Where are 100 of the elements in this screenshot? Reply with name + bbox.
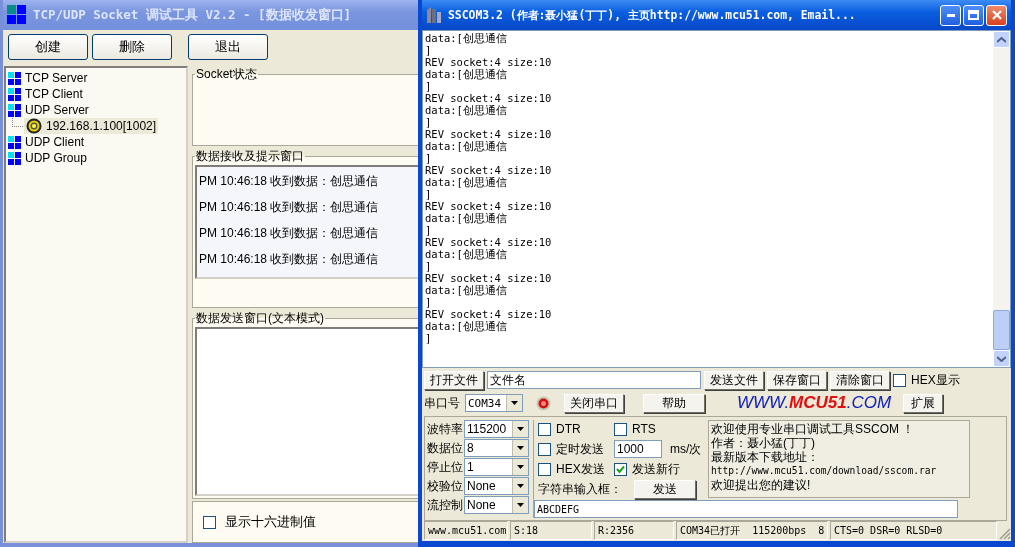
checkbox-label: 发送新行 xyxy=(632,460,680,478)
scrollbar-thumb[interactable] xyxy=(993,310,1010,350)
checkbox-label: RTS xyxy=(632,422,656,436)
log-line: REV socket:4 size:10 xyxy=(425,200,553,212)
log-line: ] xyxy=(425,116,433,128)
log-line: ] xyxy=(425,80,433,92)
string-input-field[interactable]: ABCDEFG xyxy=(534,500,958,518)
log-line: REV socket:4 size:10 xyxy=(425,92,553,104)
received-message: PM 10:46:18 收到数据：创思通信 xyxy=(199,199,380,216)
scrollbar[interactable] xyxy=(993,31,1010,367)
info-text: http://www.mcu51.com/download/sscom.rar xyxy=(711,464,938,478)
info-text: 欢迎使用专业串口调试工具SSCOM ！ xyxy=(711,422,916,436)
group-title: 数据发送窗口(文本模式) xyxy=(195,310,325,327)
scroll-down-icon xyxy=(997,355,1006,362)
open-file-button[interactable]: 打开文件 xyxy=(424,370,484,390)
send-button[interactable]: 发送 xyxy=(634,479,696,499)
window-button[interactable]: 发送文件 xyxy=(704,370,764,390)
input-label: 字符串输入框： xyxy=(538,480,622,498)
tree-item[interactable]: UDP Server xyxy=(6,102,91,118)
log-line: REV socket:4 size:10 xyxy=(425,308,553,320)
setting-dropdown[interactable]: None xyxy=(464,496,529,514)
tree-item[interactable]: 192.168.1.100[1002] xyxy=(24,118,159,134)
help-button[interactable]: 帮助 xyxy=(643,393,705,413)
caret-icon xyxy=(517,465,524,469)
caret-icon xyxy=(511,401,518,405)
tree-item[interactable]: TCP Client xyxy=(6,86,85,102)
log-line: ] xyxy=(425,224,433,236)
close-port-button[interactable]: 关闭串口 xyxy=(564,393,624,413)
log-line: data:[创思通信 xyxy=(425,176,508,188)
window-title: TCP/UDP Socket 调试工具 V2.2 - [数据收发窗口] xyxy=(33,6,352,24)
group-title: Socket状态 xyxy=(195,66,258,83)
log-line: data:[创思通信 xyxy=(425,320,508,332)
checkbox[interactable] xyxy=(614,462,627,476)
setting-dropdown[interactable]: 1 xyxy=(464,458,529,476)
toolbar-button[interactable]: 创建 xyxy=(8,34,88,60)
log-line: ] xyxy=(425,152,433,164)
close-button[interactable] xyxy=(986,4,1007,26)
log-line: REV socket:4 size:10 xyxy=(425,128,553,140)
interval-unit: ms/次 xyxy=(670,440,702,458)
maximize-icon xyxy=(968,10,979,20)
received-message: PM 10:46:18 收到数据：创思通信 xyxy=(199,251,380,268)
resize-grip-icon xyxy=(999,528,1011,540)
checkbox[interactable] xyxy=(614,422,627,436)
window-button[interactable]: 保存窗口 xyxy=(767,370,827,390)
setting-dropdown[interactable]: None xyxy=(464,477,529,495)
tree-item[interactable]: UDP Group xyxy=(6,150,89,166)
tree-item[interactable]: TCP Server xyxy=(6,70,90,86)
close-icon xyxy=(991,10,1002,20)
received-message: PM 10:46:18 收到数据：创思通信 xyxy=(199,173,380,190)
grid-icon xyxy=(8,135,21,149)
tree-connector xyxy=(12,118,23,127)
checkbox[interactable] xyxy=(893,373,906,387)
checkbox-label: 显示十六进制值 xyxy=(225,513,316,531)
toolbar-button[interactable]: 删除 xyxy=(92,34,172,60)
setting-label: 波特率 xyxy=(427,420,463,438)
port-dropdown[interactable]: COM34 xyxy=(465,394,523,412)
expand-button[interactable]: 扩展 xyxy=(903,393,943,413)
website-logo: WWW.MCU51.COM xyxy=(735,393,893,413)
log-line: data:[创思通信 xyxy=(425,68,508,80)
maximize-button[interactable] xyxy=(963,4,984,26)
log-line: ] xyxy=(425,296,433,308)
caret-icon xyxy=(517,446,524,450)
status-text: CTS=0 DSR=0 RLSD=0 xyxy=(830,521,997,540)
setting-label: 校验位 xyxy=(427,477,463,495)
log-line: data:[创思通信 xyxy=(425,140,508,152)
checkbox[interactable] xyxy=(538,442,551,456)
group-title: 数据接收及提示窗口 xyxy=(195,148,305,165)
grid-icon xyxy=(7,5,27,25)
setting-label: 流控制 xyxy=(427,496,463,514)
caret-icon xyxy=(517,503,524,507)
log-line: data:[创思通信 xyxy=(425,212,508,224)
log-line: REV socket:4 size:10 xyxy=(425,56,553,68)
info-text: 最新版本下载地址： xyxy=(711,450,820,464)
status-text: www.mcu51.com xyxy=(424,521,508,540)
log-line: ] xyxy=(425,44,433,56)
log-line: REV socket:4 size:10 xyxy=(425,236,553,248)
toolbar-button[interactable]: 退出 xyxy=(188,34,268,60)
checkbox-label: HEX显示 xyxy=(911,371,960,389)
file-name-field[interactable]: 文件名 xyxy=(487,371,701,389)
checkbox-label: DTR xyxy=(556,422,581,436)
setting-dropdown[interactable]: 115200 xyxy=(464,420,529,438)
window-button[interactable]: 清除窗口 xyxy=(830,370,890,390)
log-line: data:[创思通信 xyxy=(425,104,508,116)
status-text: R:2356 xyxy=(594,521,674,540)
target-icon xyxy=(26,118,42,134)
checkbox[interactable] xyxy=(203,515,216,529)
window-title: SSCOM3.2 (作者:聂小猛(丁丁), 主页http://www.mcu51.com, Email... xyxy=(448,7,857,23)
setting-dropdown[interactable]: 8 xyxy=(464,439,529,457)
interval-field[interactable]: 1000 xyxy=(614,440,662,458)
checkbox[interactable] xyxy=(538,422,551,436)
scroll-up-icon xyxy=(997,36,1006,43)
minimize-button[interactable] xyxy=(940,4,961,26)
port-label: 串口号 xyxy=(424,394,460,412)
grid-icon xyxy=(8,103,21,117)
checkbox[interactable] xyxy=(538,462,551,476)
caret-icon xyxy=(517,427,524,431)
log-line: data:[创思通信 xyxy=(425,32,508,44)
tree-item[interactable]: UDP Client xyxy=(6,134,87,150)
status-text: S:18 xyxy=(510,521,592,540)
log-line: ] xyxy=(425,188,433,200)
